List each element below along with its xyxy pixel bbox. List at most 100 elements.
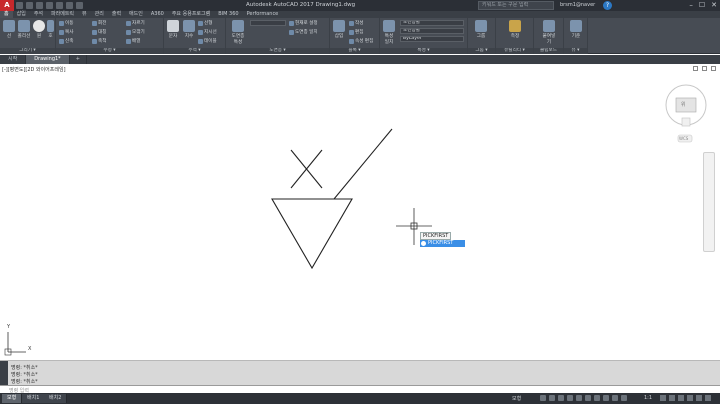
panel-properties-title[interactable]: 특성 ▾ — [380, 48, 467, 54]
diagonal-line[interactable] — [333, 128, 393, 200]
panel-utilities-title[interactable]: 유틸리티 ▾ — [496, 48, 533, 54]
move-tool[interactable]: 이동 — [59, 20, 73, 26]
polyline-tool[interactable]: 폴리선 — [17, 20, 31, 39]
panel-clipboard-title[interactable]: 클립보드 — [534, 48, 563, 54]
color-combo[interactable]: 도면층별 — [400, 20, 464, 26]
tab-parametric[interactable]: 파라메트릭 — [47, 11, 78, 18]
arc-tool[interactable]: 호 — [46, 20, 55, 39]
new-icon[interactable] — [16, 2, 23, 9]
workspace-icon[interactable] — [660, 395, 666, 401]
linetype-combo[interactable]: 도면층별 — [400, 28, 464, 34]
stretch-tool[interactable]: 신축 — [59, 38, 73, 44]
lineweight-icon[interactable] — [594, 395, 600, 401]
selection-cycling-icon[interactable] — [612, 395, 618, 401]
panel-layers-title[interactable]: 도면층 ▾ — [226, 48, 329, 54]
osnap-icon[interactable] — [576, 395, 582, 401]
isolate-objects-icon[interactable] — [687, 395, 693, 401]
tab-insert[interactable]: 삽입 — [13, 11, 30, 18]
create-block-tool[interactable]: 작성 — [349, 20, 363, 26]
otrack-icon[interactable] — [585, 395, 591, 401]
scale-tool[interactable]: 축척 — [92, 38, 106, 44]
layout-tab-layout2[interactable]: 배치2 — [44, 394, 68, 403]
line-tool[interactable]: 선 — [2, 20, 16, 39]
redo-icon[interactable] — [76, 2, 83, 9]
user-account[interactable]: brsm1@naver — [560, 2, 595, 8]
circle-tool[interactable]: 원 — [32, 20, 46, 39]
close-button[interactable]: ✕ — [711, 1, 717, 9]
model-space-label[interactable]: 모형 — [512, 395, 521, 402]
array-tool[interactable]: 배열 — [126, 38, 140, 44]
undo-icon[interactable] — [66, 2, 73, 9]
open-icon[interactable] — [26, 2, 33, 9]
set-current-tool[interactable]: 현재로 설정 — [289, 20, 318, 26]
help-icon[interactable]: ? — [603, 1, 612, 10]
tab-drawing1[interactable]: Drawing1* — [26, 55, 70, 64]
tab-view[interactable]: 뷰 — [78, 11, 91, 18]
text-tool[interactable]: 문자 — [166, 20, 180, 39]
polar-icon[interactable] — [567, 395, 573, 401]
scale-label[interactable]: 1:1 — [644, 395, 652, 401]
plot-icon[interactable] — [56, 2, 63, 9]
paste-tool[interactable]: 붙여넣기 — [542, 20, 556, 45]
tab-bim360[interactable]: BIM 360 — [214, 11, 242, 18]
fullscreen-icon[interactable] — [696, 395, 702, 401]
insert-block-tool[interactable]: 삽입 — [332, 20, 346, 39]
linear-dim-tool[interactable]: 선형 — [198, 20, 212, 26]
panel-modify-title[interactable]: 수정 ▾ — [56, 48, 163, 54]
save-icon[interactable] — [36, 2, 43, 9]
dimension-tool[interactable]: 치수 — [182, 20, 196, 39]
fillet-tool[interactable]: 모깎기 — [126, 29, 145, 35]
rotate-tool[interactable]: 회전 — [92, 20, 106, 26]
search-input[interactable]: 키워드 또는 구문 입력 — [478, 1, 554, 10]
snap-icon[interactable] — [549, 395, 555, 401]
panel-view-title[interactable]: 뷰 ▾ — [564, 48, 587, 54]
table-tool[interactable]: 테이블 — [198, 38, 217, 44]
transparency-icon[interactable] — [603, 395, 609, 401]
panel-annotation-title[interactable]: 주석 ▾ — [164, 48, 225, 54]
triangle-shape[interactable] — [271, 198, 353, 270]
tab-start[interactable]: 시작 — [0, 55, 27, 64]
tab-home[interactable]: 홈 — [0, 11, 13, 18]
command-line[interactable]: 명령 입력 — [0, 385, 720, 394]
layout-tab-model[interactable]: 모형 — [2, 394, 23, 403]
tab-a360[interactable]: A360 — [147, 11, 168, 18]
drawing-area[interactable]: [-][평면도][2D 와이어프레임] Y X 위 WCS PICKFIRST … — [0, 64, 720, 360]
group-tool[interactable]: 그룹 — [474, 20, 488, 39]
layout-tab-layout1[interactable]: 배치1 — [22, 394, 46, 403]
annotation-scale-icon[interactable] — [621, 395, 627, 401]
grid-icon[interactable] — [540, 395, 546, 401]
units-icon[interactable] — [678, 395, 684, 401]
annotation-monitor-icon[interactable] — [669, 395, 675, 401]
viewcube-top-label[interactable]: 위 — [681, 101, 686, 108]
minimize-button[interactable]: – — [689, 1, 693, 9]
wcs-label[interactable]: WCS — [679, 136, 688, 141]
match-properties-tool[interactable]: 특성 일치 — [382, 20, 396, 45]
saveas-icon[interactable] — [46, 2, 53, 9]
command-window-handle[interactable] — [0, 361, 8, 387]
edit-attribute-tool[interactable]: 속성 편집 — [349, 38, 373, 44]
app-logo-button[interactable]: A — [0, 0, 14, 11]
viewcube-icon[interactable] — [665, 84, 707, 143]
tab-addins[interactable]: 애드인 — [125, 11, 147, 18]
ortho-icon[interactable] — [558, 395, 564, 401]
lineweight-combo[interactable]: ByLayer — [400, 36, 464, 42]
panel-draw-title[interactable]: 그리기 ▾ — [0, 48, 55, 54]
layer-combo[interactable] — [250, 20, 286, 26]
tab-performance[interactable]: Performance — [243, 11, 283, 18]
new-tab-button[interactable]: + — [70, 55, 87, 64]
leader-tool[interactable]: 지시선 — [198, 29, 217, 35]
mirror-tool[interactable]: 대칭 — [92, 29, 106, 35]
panel-block-title[interactable]: 블록 ▾ — [330, 48, 379, 54]
match-layer-tool[interactable]: 도면층 일치 — [289, 29, 318, 35]
edit-block-tool[interactable]: 편집 — [349, 29, 363, 35]
measure-tool[interactable]: 측정 — [508, 20, 522, 39]
layer-properties-tool[interactable]: 도면층 특성 — [229, 20, 247, 45]
navigation-bar[interactable] — [703, 152, 715, 252]
trim-tool[interactable]: 자르기 — [126, 20, 145, 26]
copy-tool[interactable]: 복사 — [59, 29, 73, 35]
dynamic-input-field[interactable]: PICKFIRST — [420, 240, 465, 247]
tab-featured-apps[interactable]: 주요 응용프로그램 — [168, 11, 214, 18]
tab-output[interactable]: 출력 — [108, 11, 125, 18]
customize-icon[interactable] — [705, 395, 711, 401]
tab-manage[interactable]: 관리 — [91, 11, 108, 18]
